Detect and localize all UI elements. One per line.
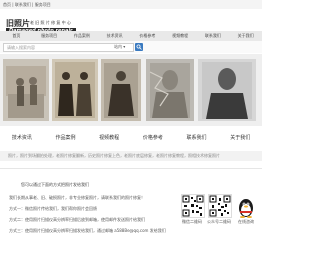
hero-photos — [3, 59, 256, 121]
search-button[interactable] — [135, 43, 143, 51]
feature-videos[interactable]: 视频教程 — [87, 130, 131, 144]
search-row: 请输入搜索内容 站内 ▾ — [0, 41, 262, 53]
qr-code-wechat — [181, 194, 205, 218]
qr-label: 公众号二维码 — [207, 219, 231, 224]
logo-tagline: 老 旧 照 片 修 复 中 心 — [30, 20, 71, 25]
nav-item-services[interactable]: 服务项目 — [33, 31, 66, 41]
feature-news[interactable]: 技术资讯 — [0, 130, 44, 144]
nav-item-contact[interactable]: 联系我们 — [197, 31, 230, 41]
feature-links: 技术资讯 作品案例 视频教程 价格参考 联系我们 关于我们 — [0, 130, 262, 144]
feature-news-label: 技术资讯 — [11, 135, 32, 141]
penguin-icon — [239, 199, 253, 218]
nav-item-cases[interactable]: 作品案例 — [66, 31, 99, 41]
feature-videos-label: 视频教程 — [99, 135, 120, 141]
feature-prices[interactable]: 价格参考 — [131, 130, 175, 144]
feature-about-label: 关于我们 — [230, 135, 251, 141]
search-scope-select[interactable]: 站内 ▾ — [114, 44, 125, 50]
nav-item-home[interactable]: 首页 — [0, 31, 33, 41]
search-scope-value: 站内 — [114, 44, 122, 49]
top-bar: 首页 | 联系我们 | 服务项目 — [0, 0, 262, 9]
main-nav: 首页 服务项目 作品案例 技术资讯 价格参考 视频教程 联系我们 关于我们 — [0, 31, 262, 41]
contact-line: 方式二：使用照片扫描仪高分辨率扫描后放到邮箱，使用邮件发送照片给我们 — [9, 217, 145, 222]
nav-item-about[interactable]: 关于我们 — [229, 31, 262, 41]
wechat-chat-button[interactable] — [235, 196, 257, 218]
contact-line: 方式三：使用照片扫描仪高分辨率扫描发给我们，通过邮箱 a588Be@qq.com… — [9, 228, 166, 233]
wechat-chat-label: 在线咨询 — [238, 219, 254, 224]
nav-item-videos[interactable]: 视频教程 — [164, 31, 197, 41]
nav-item-prices[interactable]: 价格参考 — [131, 31, 164, 41]
service-description: 照片，照片到场翻拍处理，老照片修复翻新，历史照片修复上色，老照片底层修复，老照片… — [0, 151, 262, 161]
feature-about[interactable]: 关于我们 — [218, 130, 262, 144]
divider — [0, 168, 262, 169]
qr-code-icon — [209, 195, 231, 217]
feature-contact-label: 联系我们 — [186, 135, 207, 141]
top-bar-links[interactable]: 首页 | 联系我们 | 服务项目 — [3, 2, 51, 7]
feature-cases-label: 作品案例 — [55, 135, 76, 141]
feature-prices-label: 价格参考 — [142, 135, 163, 141]
qr-code-icon — [182, 195, 204, 217]
contact-line: 方式一：微信照片传给我们，我们帮你照片会回馈 — [9, 206, 97, 211]
qr-label: 微信二维码 — [182, 219, 202, 224]
contact-title: 您可以通过下面的方式把照片发给我们 — [21, 182, 89, 187]
qr-code-official — [208, 194, 232, 218]
hero-banner — [0, 54, 262, 126]
feature-cases[interactable]: 作品案例 — [44, 130, 88, 144]
nav-item-news[interactable]: 技术资讯 — [98, 31, 131, 41]
chevron-down-icon: ▾ — [123, 44, 126, 49]
header: 旧照片 老 旧 照 片 修 复 中 心 Damaged photo repair — [0, 9, 262, 35]
contact-line: 我们长期从事老、旧、破损照片，非专业修复照片，请联系我们的照片修复！ — [9, 195, 145, 200]
feature-contact[interactable]: 联系我们 — [175, 130, 219, 144]
search-icon — [136, 44, 142, 50]
